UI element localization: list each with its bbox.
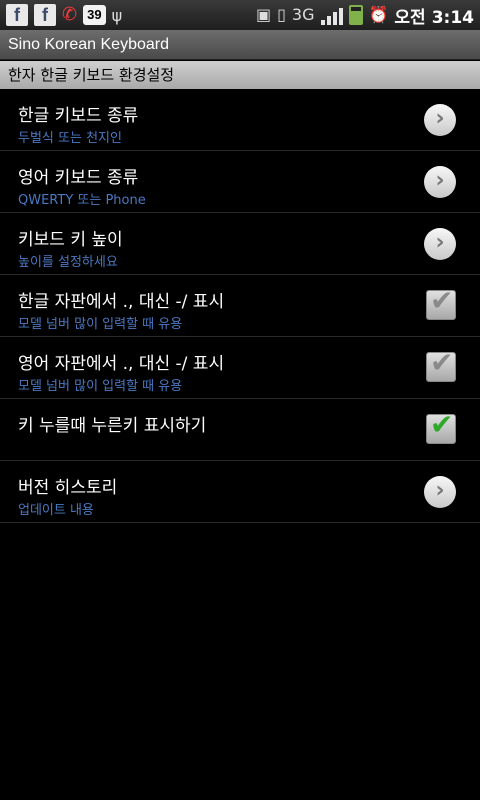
- setting-subtitle: 모델 넘버 많이 입력할 때 유용: [18, 379, 183, 394]
- setting-subtitle: 높이를 설정하세요: [18, 255, 118, 270]
- signal-icon: [320, 5, 343, 25]
- chevron-right-icon[interactable]: ›: [424, 104, 456, 136]
- setting-subtitle: 업데이트 내용: [18, 503, 94, 518]
- setting-title: 영어 키보드 종류: [18, 168, 139, 188]
- checkbox[interactable]: ✔: [426, 285, 456, 320]
- setting-title: 영어 자판에서 ., 대신 -/ 표시: [18, 354, 225, 374]
- settings-list: 한글 키보드 종류 두벌식 또는 천지인 › 영어 키보드 종류 QWERTY …: [0, 89, 480, 523]
- setting-version-history[interactable]: 버전 히스토리 업데이트 내용 ›: [0, 461, 480, 523]
- missed-call-icon: ✆: [62, 4, 78, 25]
- clock-ampm: 오전: [394, 7, 426, 28]
- setting-title: 한글 자판에서 ., 대신 -/ 표시: [18, 292, 225, 312]
- status-bar: f f ✆ 39 ψ ▣ ▯ 3G ⏰ 오전 3:14: [0, 0, 480, 30]
- vibrate-icon: ▯: [277, 5, 286, 24]
- chevron-right-icon[interactable]: ›: [424, 166, 456, 198]
- usb-icon: ψ: [111, 5, 123, 25]
- setting-subtitle: QWERTY 또는 Phone: [18, 193, 146, 208]
- setting-english-dash-slash[interactable]: 영어 자판에서 ., 대신 -/ 표시 모델 넘버 많이 입력할 때 유용 ✔: [0, 337, 480, 399]
- checkmark-icon: ✔: [430, 284, 454, 317]
- setting-hangul-keyboard-type[interactable]: 한글 키보드 종류 두벌식 또는 천지인 ›: [0, 89, 480, 151]
- chevron-right-icon[interactable]: ›: [424, 228, 456, 260]
- section-header: 한자 한글 키보드 환경설정: [0, 61, 480, 89]
- setting-english-keyboard-type[interactable]: 영어 키보드 종류 QWERTY 또는 Phone ›: [0, 151, 480, 213]
- setting-title: 한글 키보드 종류: [18, 106, 139, 126]
- missed-call-count: 39: [83, 5, 106, 25]
- setting-hangul-dash-slash[interactable]: 한글 자판에서 ., 대신 -/ 표시 모델 넘버 많이 입력할 때 유용 ✔: [0, 275, 480, 337]
- facebook-icon: f: [34, 4, 56, 26]
- alarm-icon: ⏰: [368, 5, 389, 24]
- voicemail-icon: ▣: [255, 5, 272, 24]
- setting-show-pressed-key[interactable]: 키 누를때 누른키 표시하기 ✔: [0, 399, 480, 461]
- checkmark-icon: ✔: [430, 408, 454, 441]
- checkmark-icon: ✔: [430, 346, 454, 379]
- setting-key-height[interactable]: 키보드 키 높이 높이를 설정하세요 ›: [0, 213, 480, 275]
- checkbox[interactable]: ✔: [426, 409, 456, 444]
- checkbox[interactable]: ✔: [426, 347, 456, 382]
- facebook-icon: f: [6, 4, 28, 26]
- setting-title: 키 누를때 누른키 표시하기: [18, 416, 207, 436]
- battery-icon: [348, 5, 363, 25]
- setting-subtitle: 두벌식 또는 천지인: [18, 131, 122, 146]
- section-header-label: 한자 한글 키보드 환경설정: [8, 66, 175, 84]
- app-title: Sino Korean Keyboard: [8, 36, 169, 53]
- setting-title: 키보드 키 높이: [18, 230, 123, 250]
- setting-title: 버전 히스토리: [18, 478, 118, 498]
- network-3g-icon: 3G: [291, 5, 315, 24]
- chevron-right-icon[interactable]: ›: [424, 476, 456, 508]
- app-title-bar: Sino Korean Keyboard: [0, 30, 480, 60]
- clock: 오전 3:14: [394, 3, 474, 28]
- setting-subtitle: 모델 넘버 많이 입력할 때 유용: [18, 317, 183, 332]
- clock-time: 3:14: [431, 7, 474, 28]
